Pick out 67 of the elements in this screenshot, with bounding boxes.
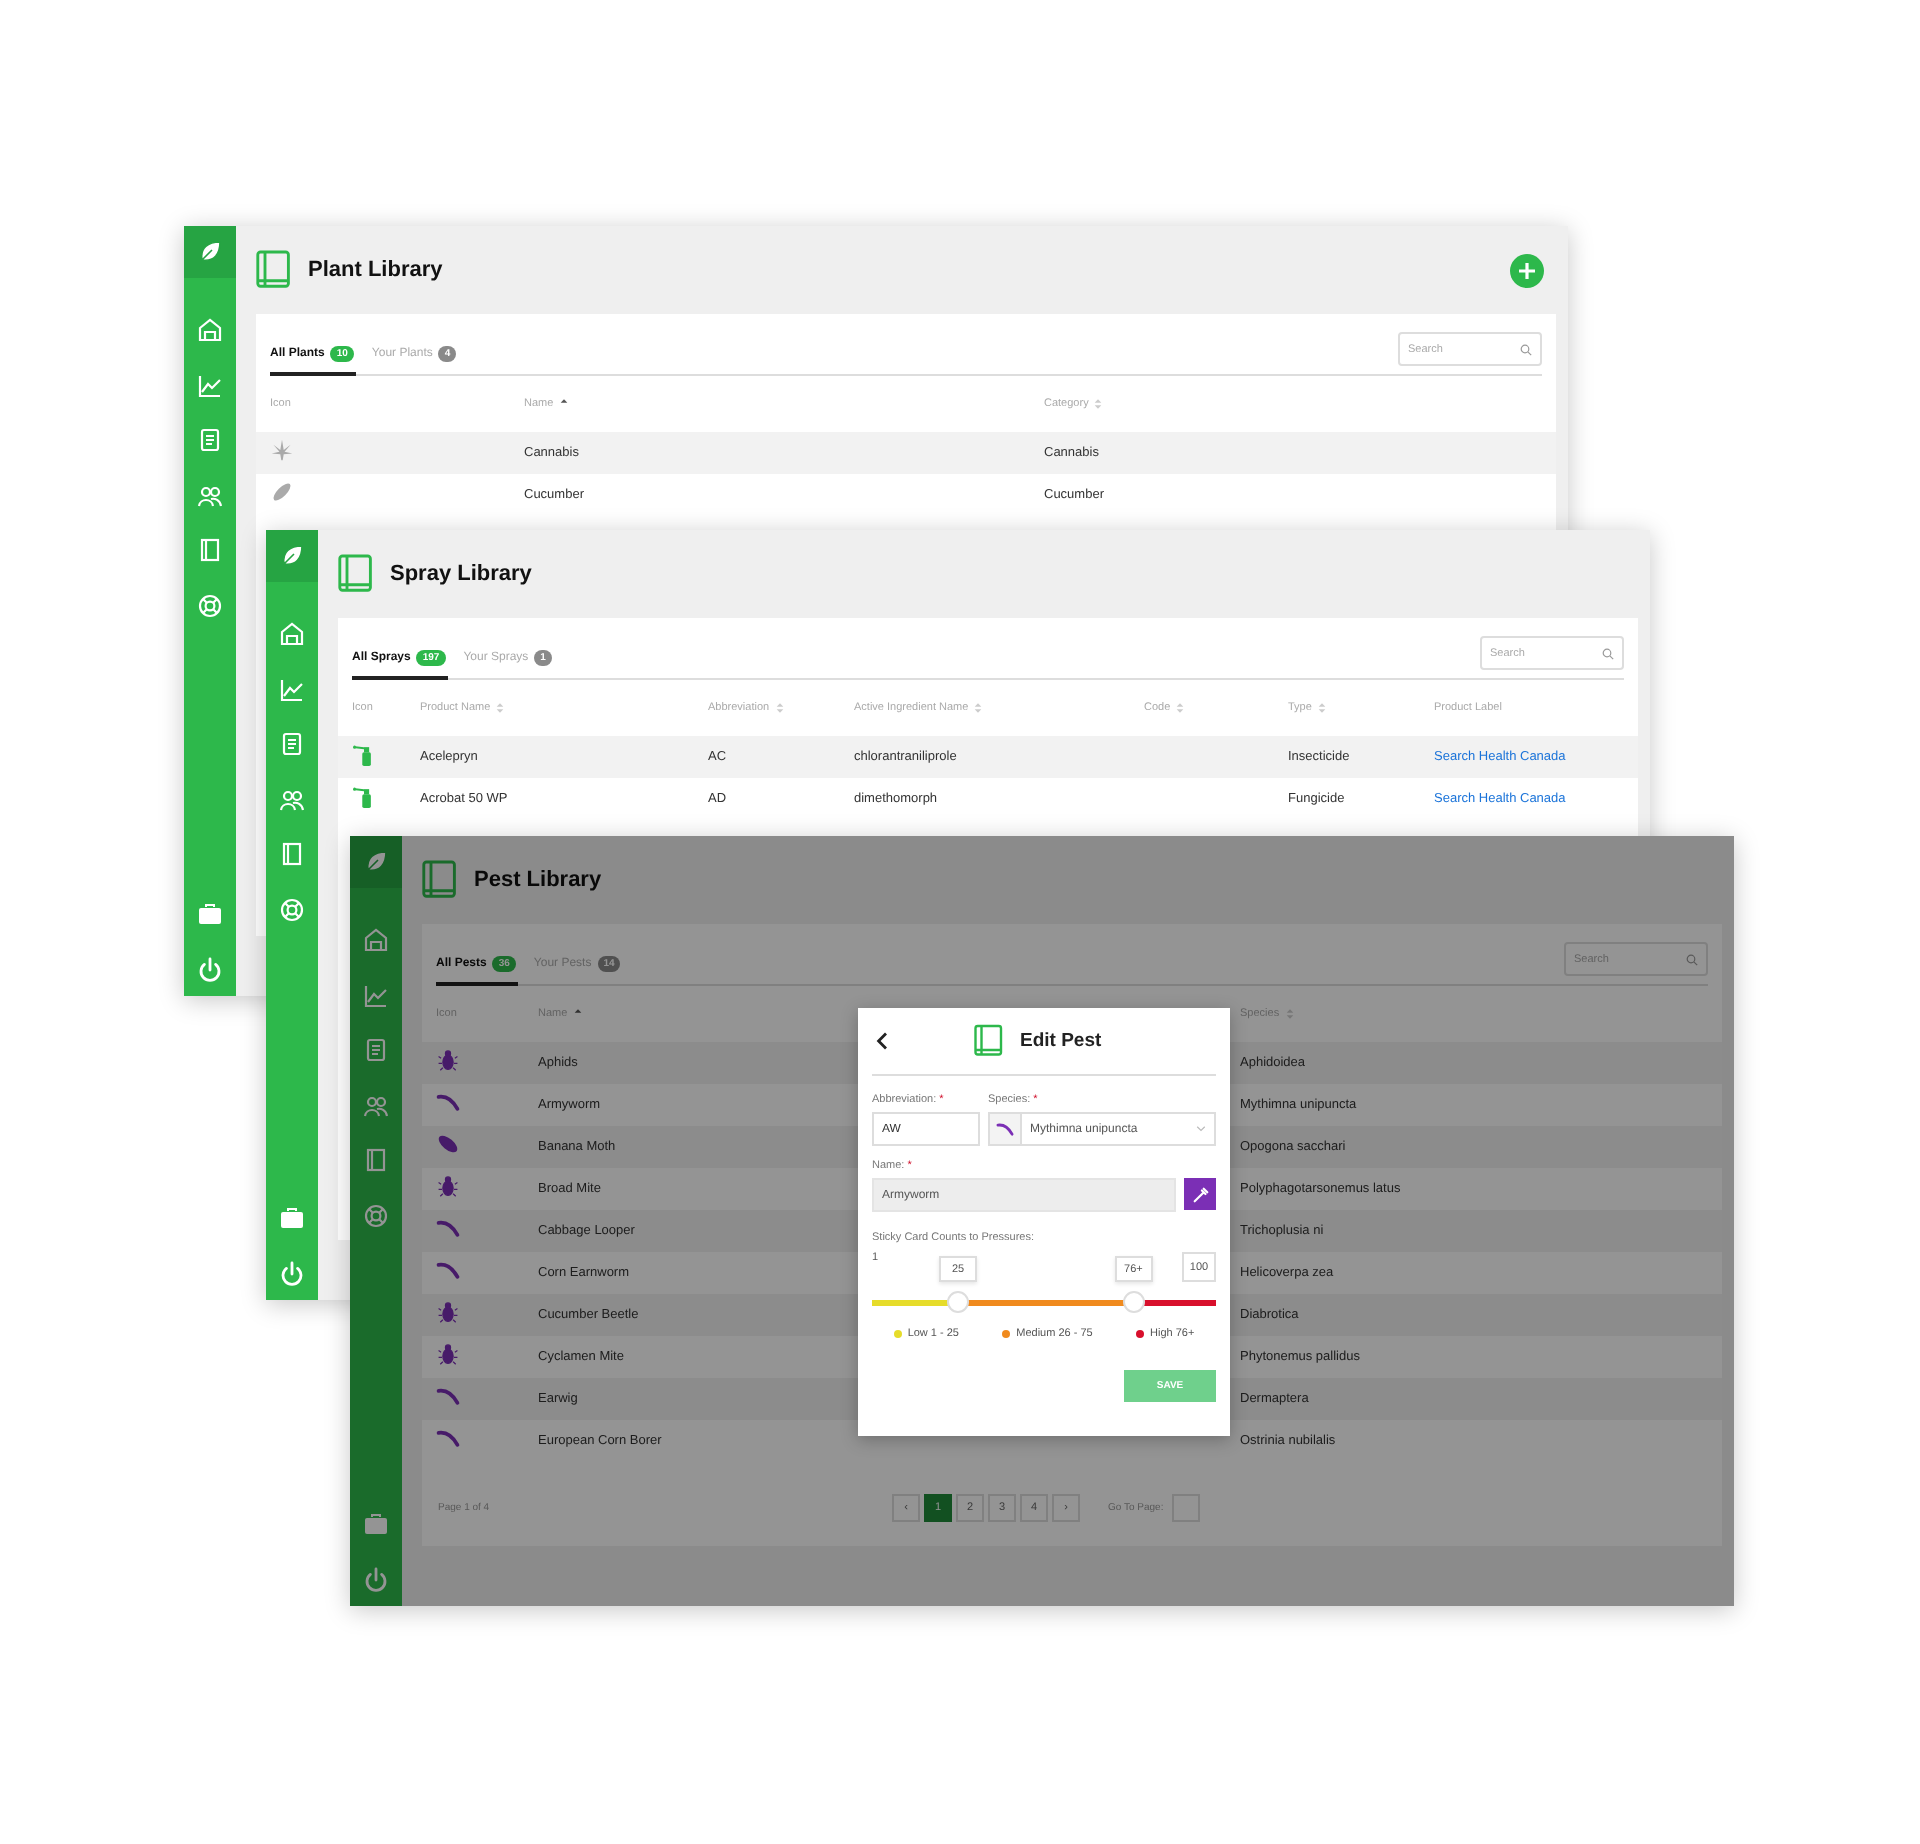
- book-icon: [256, 250, 292, 290]
- beetle-icon: [436, 1173, 460, 1197]
- caterpillar-icon: [996, 1120, 1014, 1138]
- house-icon[interactable]: [362, 926, 390, 954]
- chart-icon[interactable]: [278, 675, 306, 703]
- range-slider[interactable]: [872, 1290, 1216, 1314]
- lifebuoy-icon[interactable]: [196, 591, 224, 619]
- logo-tile[interactable]: [266, 530, 318, 582]
- logo-tile[interactable]: [184, 226, 236, 278]
- power-icon[interactable]: [362, 1566, 390, 1594]
- house-icon[interactable]: [278, 620, 306, 648]
- chart-icon[interactable]: [362, 981, 390, 1009]
- caterpillar-icon: [436, 1089, 460, 1113]
- caterpillar-icon: [436, 1257, 460, 1281]
- sort-icon[interactable]: [1285, 1008, 1294, 1020]
- spray-bottle-icon: [352, 783, 376, 807]
- clipboard-icon[interactable]: [362, 1036, 390, 1064]
- back-icon[interactable]: [876, 1032, 888, 1050]
- book-icon: [338, 554, 374, 594]
- lifebuoy-icon[interactable]: [278, 895, 306, 923]
- beetle-icon: [436, 1341, 460, 1365]
- sort-icon[interactable]: [1094, 398, 1103, 410]
- clipboard-icon[interactable]: [196, 426, 224, 454]
- briefcase-icon[interactable]: [278, 1204, 306, 1232]
- chevron-down-icon: [1196, 1126, 1206, 1132]
- caterpillar-icon: [436, 1383, 460, 1407]
- moth-icon: [436, 1131, 460, 1155]
- plus-icon: [1518, 261, 1536, 279]
- search-icon: [1520, 343, 1532, 355]
- sort-icon[interactable]: [1176, 702, 1185, 714]
- sort-icon[interactable]: [974, 702, 983, 714]
- caterpillar-icon: [436, 1215, 460, 1239]
- chart-icon[interactable]: [196, 371, 224, 399]
- book-icon[interactable]: [278, 840, 306, 868]
- dialog-title: Edit Pest: [1020, 1030, 1102, 1052]
- lifebuoy-icon[interactable]: [362, 1201, 390, 1229]
- add-button[interactable]: [1510, 253, 1544, 287]
- page-title: Plant Library: [308, 258, 443, 282]
- slider-thumb[interactable]: [947, 1291, 969, 1313]
- page-title: Spray Library: [390, 562, 532, 586]
- clipboard-icon[interactable]: [278, 730, 306, 758]
- book-icon: [974, 1024, 1004, 1058]
- spray-bottle-icon: [352, 741, 376, 765]
- page-title: Pest Library: [474, 868, 602, 892]
- beetle-icon: [436, 1047, 460, 1071]
- briefcase-icon[interactable]: [196, 900, 224, 928]
- sort-icon[interactable]: [775, 702, 784, 714]
- color-picker-button[interactable]: [1184, 1178, 1216, 1210]
- slider-thumb[interactable]: [1122, 1291, 1145, 1313]
- book-icon: [422, 860, 458, 900]
- beetle-icon: [436, 1299, 460, 1323]
- power-icon[interactable]: [278, 1260, 306, 1288]
- book-icon[interactable]: [196, 536, 224, 564]
- house-icon[interactable]: [196, 316, 224, 344]
- book-icon[interactable]: [362, 1146, 390, 1174]
- search-icon: [1686, 953, 1698, 965]
- briefcase-icon[interactable]: [362, 1510, 390, 1538]
- people-icon[interactable]: [278, 785, 306, 813]
- people-icon[interactable]: [362, 1091, 390, 1119]
- logo-tile[interactable]: [350, 836, 402, 888]
- caterpillar-icon: [436, 1425, 460, 1449]
- sort-icon[interactable]: [1317, 702, 1326, 714]
- search-icon: [1602, 647, 1614, 659]
- pod-icon: [270, 479, 294, 503]
- sort-icon[interactable]: [496, 702, 505, 714]
- power-icon[interactable]: [196, 956, 224, 984]
- people-icon[interactable]: [196, 481, 224, 509]
